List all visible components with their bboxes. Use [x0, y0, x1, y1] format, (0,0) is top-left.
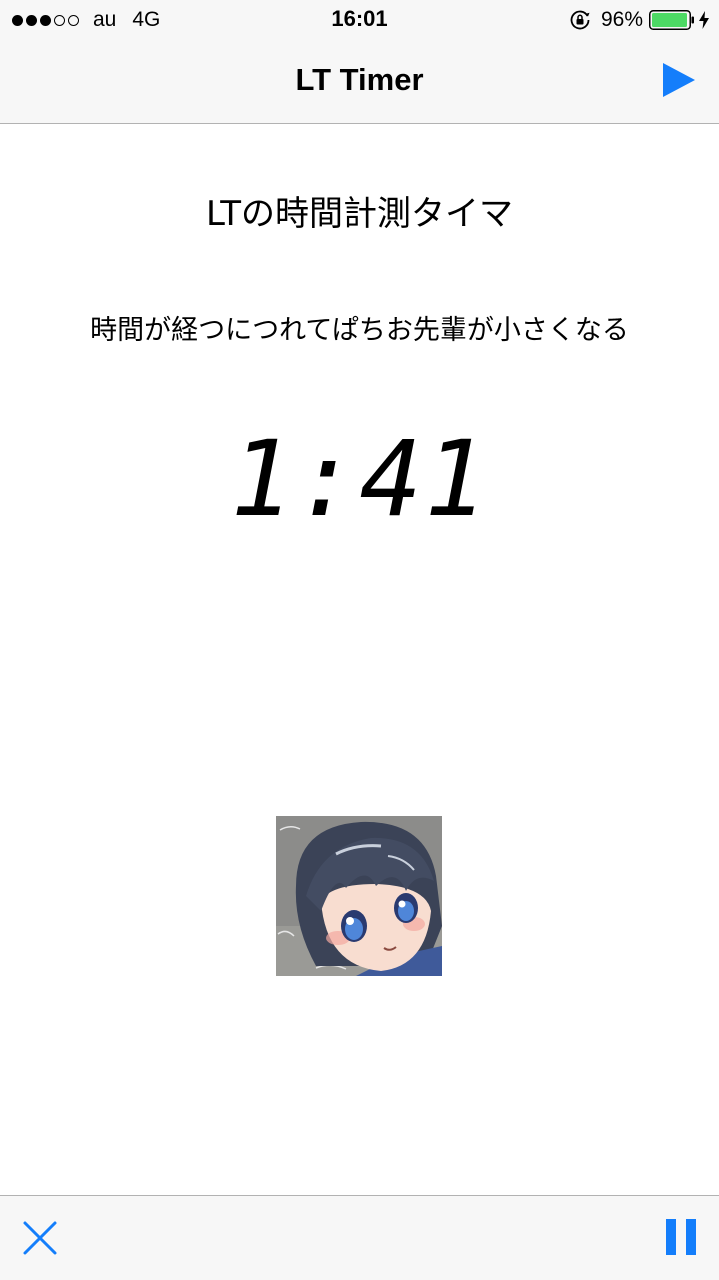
play-icon — [663, 63, 695, 97]
page-heading: LTの時間計測タイマ — [205, 194, 514, 234]
charging-bolt-icon — [699, 11, 709, 29]
close-icon — [23, 1221, 57, 1255]
navigation-bar: LT Timer — [0, 40, 719, 124]
pause-icon — [666, 1219, 696, 1255]
status-right: 96% — [569, 7, 709, 33]
timer-display: 1:41 — [230, 418, 489, 540]
character-avatar — [276, 816, 442, 976]
play-button[interactable] — [661, 62, 697, 98]
nav-title: LT Timer — [295, 62, 424, 97]
bottom-toolbar — [0, 1195, 719, 1280]
close-button[interactable] — [22, 1220, 58, 1256]
battery-percent: 96% — [600, 8, 643, 31]
pause-button[interactable] — [665, 1218, 697, 1256]
screen: au 4G 16:01 96% LT Timer LTの時間計測タイマ 時間が経… — [0, 0, 719, 1280]
page-description: 時間が経つにつれてぱちお先輩が小さくなる — [90, 315, 629, 346]
status-bar: au 4G 16:01 96% — [0, 0, 719, 40]
battery-icon — [649, 10, 695, 30]
rotation-lock-icon — [569, 9, 591, 31]
